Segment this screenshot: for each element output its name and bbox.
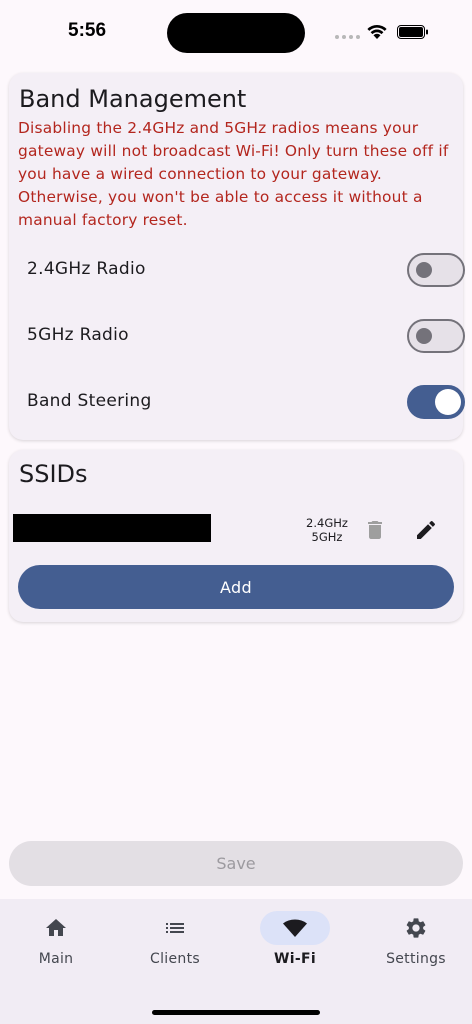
edit-icon[interactable] — [414, 518, 438, 542]
battery-icon — [397, 25, 428, 39]
nav-item-settings[interactable]: Settings — [366, 911, 466, 971]
toggle-label-24ghz: 2.4GHz Radio — [27, 259, 146, 279]
nav-item-wifi[interactable]: Wi-Fi — [245, 911, 345, 971]
toggle-label-band-steering: Band Steering — [27, 391, 152, 411]
wifi-icon — [283, 919, 307, 937]
nav-label-main: Main — [38, 951, 74, 967]
band-management-title: Band Management — [19, 85, 247, 113]
nav-item-clients[interactable]: Clients — [125, 911, 225, 971]
home-indicator — [152, 1010, 320, 1015]
add-ssid-button[interactable]: Add — [18, 565, 454, 609]
toggle-label-5ghz: 5GHz Radio — [27, 325, 129, 345]
delete-icon[interactable] — [363, 518, 387, 542]
nav-label-settings: Settings — [386, 951, 446, 967]
band-warning-text: Disabling the 2.4GHz and 5GHz radios mea… — [18, 119, 449, 229]
band-steering-switch[interactable] — [407, 385, 465, 419]
band-management-card: Band Management Disabling the 2.4GHz and… — [9, 73, 465, 440]
radio-5ghz-switch[interactable] — [407, 319, 465, 353]
cellular-signal-icon — [335, 35, 360, 39]
ssid-bands: 2.4GHz 5GHz — [292, 516, 362, 544]
nav-item-main[interactable]: Main — [6, 911, 106, 971]
gear-icon — [406, 918, 426, 938]
toggle-row-24ghz: 2.4GHz Radio — [27, 251, 465, 291]
status-time: 5:56 — [68, 20, 107, 41]
nav-label-wifi: Wi-Fi — [274, 951, 316, 967]
radio-24ghz-switch[interactable] — [407, 253, 465, 287]
list-icon — [166, 923, 184, 933]
save-button[interactable]: Save — [9, 841, 463, 886]
toggle-row-band-steering: Band Steering — [27, 383, 465, 423]
dynamic-island — [167, 13, 305, 53]
status-bar: 5:56 — [0, 0, 472, 64]
list-item: 2.4GHz 5GHz — [9, 510, 463, 550]
ssids-card: SSIDs 2.4GHz 5GHz Add — [9, 450, 463, 622]
ssid-band-5: 5GHz — [311, 530, 343, 544]
toggle-row-5ghz: 5GHz Radio — [27, 317, 465, 357]
nav-label-clients: Clients — [150, 951, 200, 967]
home-icon — [46, 919, 66, 936]
wifi-status-icon — [367, 24, 387, 39]
bottom-navigation: Main Clients Wi-Fi Settings — [0, 899, 472, 1024]
ssid-name-redacted — [13, 514, 211, 542]
ssid-band-24: 2.4GHz — [306, 516, 348, 530]
ssids-title: SSIDs — [19, 460, 88, 488]
